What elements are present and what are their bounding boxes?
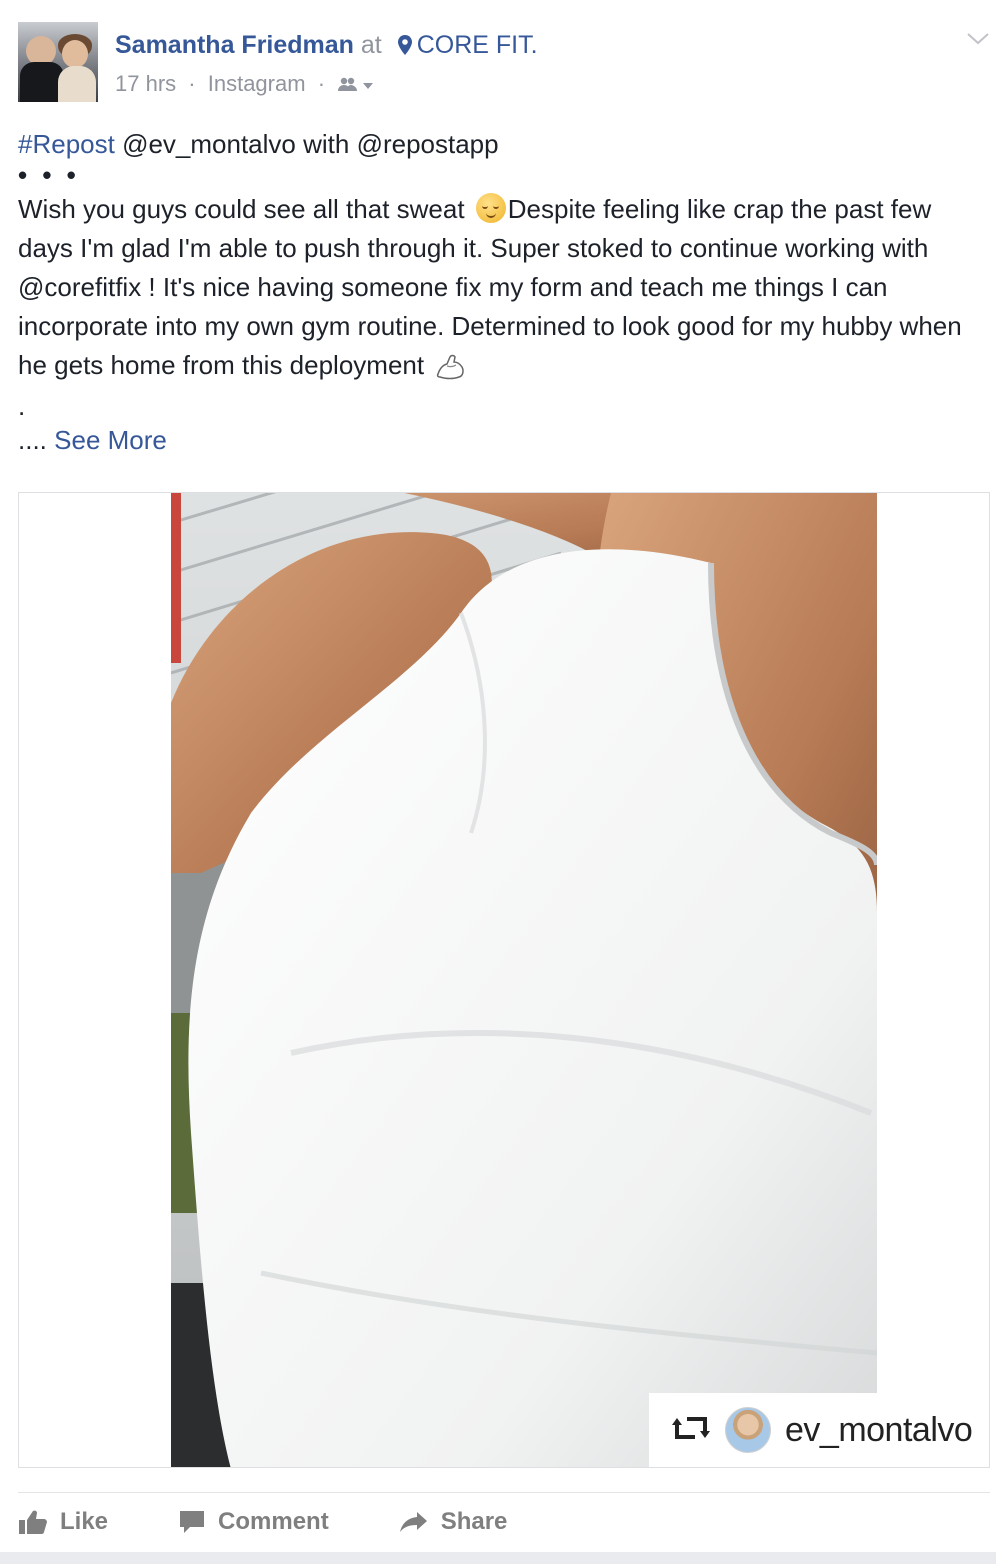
post-actions: Like Comment Share <box>18 1500 577 1544</box>
repost-user-avatar <box>725 1407 771 1453</box>
caption-period: . <box>18 391 26 421</box>
see-more-link[interactable]: See More <box>54 425 167 455</box>
post-photo-frame[interactable]: ev_montalvo <box>18 492 990 1468</box>
caption-ellipsis: .... <box>18 425 47 455</box>
at-label: at <box>360 31 382 59</box>
thumbs-up-icon <box>19 1510 47 1534</box>
repost-arrows-icon <box>671 1413 711 1448</box>
repost-username: ev_montalvo <box>785 1410 973 1449</box>
post-options-chevron-icon[interactable] <box>964 30 992 48</box>
repost-attribution-badge: ev_montalvo <box>649 1393 989 1467</box>
flexed-biceps-emoji-icon <box>435 352 467 391</box>
author-avatar[interactable] <box>18 22 98 102</box>
timestamp[interactable]: 17 hrs <box>115 71 176 96</box>
post-photo[interactable] <box>171 493 877 1467</box>
actions-divider <box>18 1492 990 1493</box>
caption-first-line: #Repost @ev_montalvo with @repostapp <box>18 125 986 164</box>
like-label: Like <box>60 1508 109 1535</box>
comment-bubble-icon <box>180 1511 205 1533</box>
location-pin-icon <box>397 33 413 63</box>
share-label: Share <box>440 1508 508 1535</box>
post-meta: 17 hrs · Instagram · <box>115 70 375 101</box>
see-more-line: .... See More <box>18 421 986 460</box>
location-link[interactable]: CORE FIT. <box>417 31 538 59</box>
like-button[interactable]: Like <box>18 1508 108 1536</box>
caption-mentions: @ev_montalvo with @repostapp <box>114 129 499 159</box>
share-arrow-icon <box>399 1512 427 1532</box>
facebook-post: Samantha Friedman at CORE FIT. 17 hrs · … <box>0 0 996 1564</box>
comment-label: Comment <box>218 1508 329 1535</box>
meta-separator: · <box>188 71 196 96</box>
friends-icon[interactable] <box>337 73 375 101</box>
repost-hashtag[interactable]: #Repost <box>18 129 115 159</box>
post-header: Samantha Friedman at CORE FIT. <box>115 30 538 63</box>
author-name[interactable]: Samantha Friedman <box>115 31 354 59</box>
caption-body-part1: Wish you guys could see all that sweat <box>18 194 472 224</box>
share-button[interactable]: Share <box>399 1508 508 1536</box>
post-caption: #Repost @ev_montalvo with @repostapp • •… <box>18 125 986 460</box>
caption-body: Wish you guys could see all that sweat D… <box>18 190 986 391</box>
relieved-face-emoji-icon <box>475 193 506 223</box>
comment-button[interactable]: Comment <box>178 1508 329 1536</box>
feed-gap <box>0 1552 996 1564</box>
caption-dots: • • • <box>18 160 80 190</box>
meta-separator: · <box>317 71 326 96</box>
source-app[interactable]: Instagram <box>208 71 306 96</box>
